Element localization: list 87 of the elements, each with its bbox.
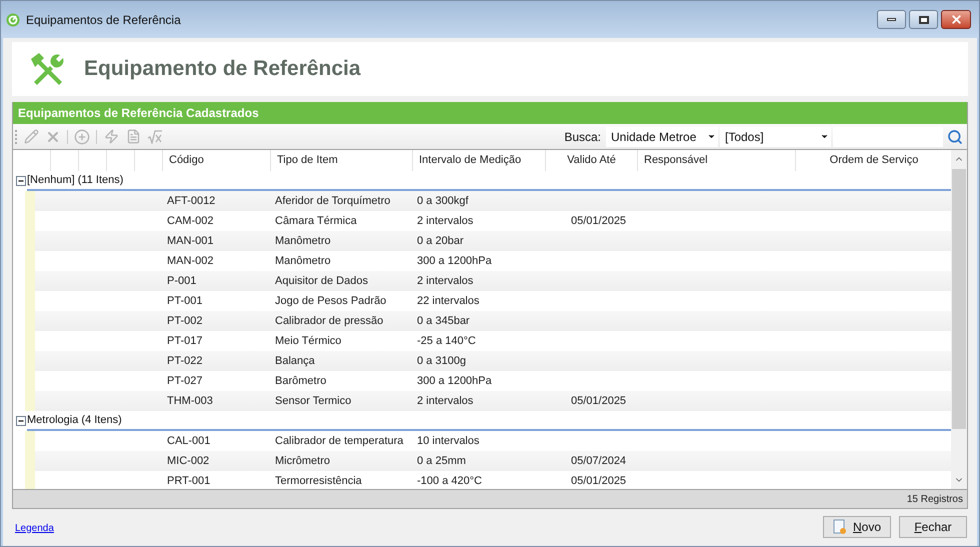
close-icon bbox=[950, 13, 962, 26]
table-cell-text: MAN-001 bbox=[167, 234, 214, 249]
table-cell-text: Câmara Térmica bbox=[275, 214, 358, 229]
column-header[interactable]: Ordem de Serviço bbox=[830, 152, 918, 169]
row-indicator bbox=[25, 471, 35, 489]
table-cell-text: THM-003 bbox=[167, 394, 214, 409]
group-header: [Nenhum] (11 Itens) bbox=[27, 172, 124, 188]
table-cell-text: Meio Térmico bbox=[275, 334, 342, 349]
table-row[interactable]: MIC-002 Micrômetro 0 a 25mm 05/07/2024 bbox=[35, 451, 951, 471]
panel-title: Equipamentos de Referência Cadastrados bbox=[18, 105, 259, 122]
table-cell-text: Balança bbox=[275, 354, 316, 369]
tools-icon bbox=[30, 52, 66, 86]
table-cell-text: AFT-0012 bbox=[167, 194, 216, 209]
table-cell-text: 2 intervalos bbox=[417, 274, 474, 289]
table-cell-text: CAL-001 bbox=[167, 434, 212, 449]
table-cell-text: 0 a 20bar bbox=[417, 234, 464, 249]
table-cell-text: Barômetro bbox=[275, 374, 328, 389]
row-indicator bbox=[25, 191, 35, 211]
table-cell-text: 10 intervalos bbox=[417, 434, 480, 449]
table-cell-text: 05/07/2024 bbox=[570, 454, 628, 469]
table-cell-text: Aferidor de Torquímetro bbox=[275, 194, 392, 209]
close-button[interactable] bbox=[941, 10, 971, 29]
table-cell-text: PT-017 bbox=[167, 334, 204, 349]
table-row[interactable]: AFT-0012 Aferidor de Torquímetro 0 a 300kgf bbox=[35, 191, 951, 211]
table-cell-text: PRT-001 bbox=[167, 474, 212, 489]
table-cell-text: PT-027 bbox=[167, 374, 204, 389]
table-row[interactable]: PT-002 Calibrador de pressão 0 a 345bar bbox=[35, 311, 951, 331]
table-cell-text: Calibrador de temperatura bbox=[275, 434, 404, 449]
table-cell-text: 300 a 1200hPa bbox=[417, 254, 493, 269]
table-cell-text: 0 a 345bar bbox=[417, 314, 471, 329]
table-cell-text: Calibrador de pressão bbox=[275, 314, 384, 329]
filter-dropdown[interactable]: [Todos] bbox=[720, 126, 831, 146]
table-cell-text: 05/01/2025 bbox=[570, 474, 628, 489]
table-cell-text: Aquisitor de Dados bbox=[275, 274, 369, 289]
record-count: 15 Registros bbox=[906, 492, 963, 506]
table-cell-text: 05/01/2025 bbox=[570, 394, 628, 409]
minimize-button[interactable] bbox=[877, 10, 906, 29]
group-header: Metrologia (4 Itens) bbox=[27, 412, 122, 428]
table-cell-text: -25 a 140°C bbox=[417, 334, 477, 349]
table-cell-text: PT-001 bbox=[167, 294, 204, 309]
table-cell-text: Manômetro bbox=[275, 234, 332, 249]
table-cell-text: 2 intervalos bbox=[417, 394, 474, 409]
collapse-toggle[interactable] bbox=[16, 416, 26, 426]
table-cell-text: -100 a 420°C bbox=[417, 474, 483, 489]
table-row[interactable]: P-001 Aquisitor de Dados 2 intervalos bbox=[35, 271, 951, 291]
maximize-button[interactable] bbox=[909, 10, 938, 29]
column-header[interactable]: Código bbox=[169, 152, 204, 169]
row-indicator bbox=[25, 391, 35, 411]
column-header[interactable]: Responsável bbox=[644, 152, 708, 169]
column-header[interactable]: Valido Até bbox=[567, 152, 616, 169]
scrollbar[interactable] bbox=[951, 150, 967, 489]
column-header[interactable]: Tipo de Item bbox=[277, 152, 338, 169]
table-cell-text: 05/01/2025 bbox=[570, 214, 628, 229]
table-cell-text: 300 a 1200hPa bbox=[417, 374, 493, 389]
table-cell-text: 0 a 3100g bbox=[417, 354, 467, 369]
close-dialog-button[interactable]: Fechar bbox=[899, 516, 967, 538]
table-cell-text: Jogo de Pesos Padrão bbox=[275, 294, 388, 309]
window-title: Equipamentos de Referência bbox=[26, 12, 181, 28]
collapse-toggle[interactable] bbox=[16, 176, 26, 186]
new-button[interactable]: Novo bbox=[823, 516, 891, 538]
table-row[interactable]: PT-022 Balança 0 a 3100g bbox=[35, 351, 951, 371]
table-row[interactable]: MAN-001 Manômetro 0 a 20bar bbox=[35, 231, 951, 251]
table-row[interactable]: THM-003 Sensor Termico 2 intervalos 05/01/2025 bbox=[35, 391, 951, 411]
table-cell-text: 2 intervalos bbox=[417, 214, 474, 229]
field-dropdown[interactable]: Unidade Metroe bbox=[606, 126, 718, 146]
table-cell-text: PT-022 bbox=[167, 354, 204, 369]
table-cell-text: Sensor Termico bbox=[275, 394, 352, 409]
page-title: Equipamento de Referência bbox=[84, 56, 361, 82]
dropdown-arrow-icon bbox=[820, 132, 829, 141]
table-cell-text: Termorresistência bbox=[275, 474, 363, 489]
search-label: Busca: bbox=[564, 128, 601, 146]
app-logo-icon bbox=[6, 12, 20, 26]
dropdown-arrow-icon bbox=[707, 132, 716, 141]
table-cell-text: PT-002 bbox=[167, 314, 204, 329]
legend-link[interactable]: Legenda bbox=[15, 520, 54, 536]
row-indicator bbox=[25, 431, 35, 451]
new-document-icon bbox=[832, 519, 847, 535]
column-header[interactable]: Intervalo de Medição bbox=[419, 152, 522, 169]
table-cell-text: P-001 bbox=[167, 274, 198, 289]
table-cell-text: CAM-002 bbox=[167, 214, 214, 229]
table-cell-text: 22 intervalos bbox=[417, 294, 480, 309]
table-cell-text: 0 a 300kgf bbox=[417, 194, 470, 209]
table-cell-text: MAN-002 bbox=[167, 254, 214, 269]
table-cell-text: Micrômetro bbox=[275, 454, 332, 469]
table-cell-text: 0 a 25mm bbox=[417, 454, 467, 469]
table-cell-text: Manômetro bbox=[275, 254, 332, 269]
table-cell-text: MIC-002 bbox=[167, 454, 210, 469]
